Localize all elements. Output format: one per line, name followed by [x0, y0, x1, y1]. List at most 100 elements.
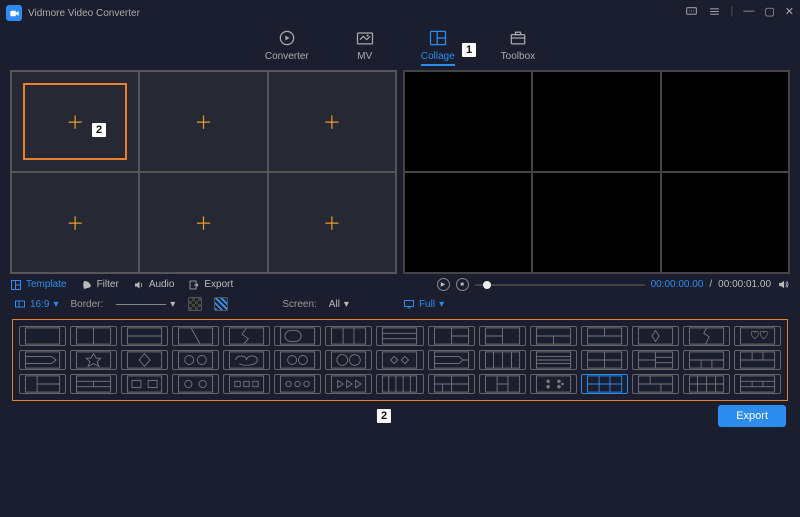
template-item[interactable] [223, 374, 270, 394]
tab-label: Collage [421, 51, 455, 62]
template-item[interactable] [325, 350, 372, 370]
template-item[interactable] [19, 374, 66, 394]
template-item[interactable] [376, 326, 423, 346]
filter-icon [81, 279, 93, 291]
color-swatch-grid[interactable] [188, 297, 202, 311]
template-item[interactable] [172, 374, 219, 394]
template-item[interactable] [683, 326, 730, 346]
template-item[interactable] [70, 350, 117, 370]
play-button[interactable]: ▶ [437, 278, 450, 291]
template-item[interactable] [734, 374, 781, 394]
subtab-audio[interactable]: Audio [133, 279, 175, 291]
collage-cell[interactable]: ＋ [139, 172, 267, 273]
screen-dropdown[interactable]: All ▾ [329, 299, 349, 310]
export-icon [188, 279, 200, 291]
ratio-icon [14, 298, 26, 310]
template-item[interactable] [734, 326, 781, 346]
aspect-ratio-dropdown[interactable]: 16:9 ▾ [14, 298, 59, 310]
template-item[interactable] [734, 350, 781, 370]
subtab-template[interactable]: Template [10, 279, 67, 291]
template-item[interactable] [428, 374, 475, 394]
template-item[interactable] [172, 350, 219, 370]
template-item[interactable] [632, 326, 679, 346]
subtab-label: Template [26, 279, 67, 290]
options-row: 16:9 ▾ Border: ▾ Screen: All ▾ Full ▾ [0, 291, 800, 317]
logo-icon [9, 8, 20, 19]
template-icon [10, 279, 22, 291]
template-item[interactable] [479, 374, 526, 394]
template-item[interactable] [121, 326, 168, 346]
menu-icon[interactable] [708, 5, 721, 21]
preview-cell [404, 172, 532, 273]
plus-icon: ＋ [194, 210, 212, 236]
border-label: Border: [71, 299, 104, 310]
template-item[interactable] [223, 350, 270, 370]
plus-icon: ＋ [323, 210, 341, 236]
volume-icon[interactable] [777, 278, 790, 291]
template-item[interactable] [683, 374, 730, 394]
template-item[interactable] [530, 374, 577, 394]
maximize-button[interactable]: ▢ [764, 5, 774, 21]
template-item[interactable] [121, 374, 168, 394]
subtab-export[interactable]: Export [188, 279, 233, 291]
playback-slider[interactable] [475, 284, 645, 286]
ratio-value: 16:9 [30, 299, 49, 310]
playback-controls: ▶ ■ 00:00:00.00/00:00:01.00 [437, 278, 790, 291]
tab-mv[interactable]: MV [355, 28, 375, 62]
template-item[interactable] [530, 326, 577, 346]
template-item[interactable] [70, 374, 117, 394]
template-item[interactable] [479, 350, 526, 370]
tab-converter[interactable]: Converter [265, 28, 309, 62]
template-item[interactable] [632, 374, 679, 394]
subtab-filter[interactable]: Filter [81, 279, 119, 291]
minimize-button[interactable]: — [743, 5, 754, 21]
template-item[interactable] [428, 350, 475, 370]
close-button[interactable]: ✕ [785, 5, 794, 21]
template-item[interactable] [274, 374, 321, 394]
workspace: ＋ ＋ ＋ ＋ ＋ ＋ [0, 62, 800, 274]
template-item[interactable] [172, 326, 219, 346]
template-item[interactable] [274, 350, 321, 370]
template-item[interactable] [274, 326, 321, 346]
time-current: 00:00:00.00 [651, 279, 704, 290]
template-item[interactable] [479, 326, 526, 346]
template-item[interactable] [581, 326, 628, 346]
template-item-active[interactable] [581, 374, 628, 394]
stop-button[interactable]: ■ [456, 278, 469, 291]
collage-cell[interactable]: ＋ [11, 172, 139, 273]
tab-collage[interactable]: Collage [421, 28, 455, 62]
main-tabs: Converter MV Collage Toolbox [0, 28, 800, 62]
template-item[interactable] [19, 326, 66, 346]
template-item[interactable] [581, 350, 628, 370]
template-item[interactable] [325, 374, 372, 394]
template-item[interactable] [632, 350, 679, 370]
preview-cell [661, 172, 789, 273]
template-item[interactable] [121, 350, 168, 370]
export-button[interactable]: Export [718, 405, 786, 427]
border-style-dropdown[interactable]: ▾ [115, 298, 176, 311]
message-icon[interactable] [685, 5, 698, 21]
collage-cell[interactable]: ＋ [268, 71, 396, 172]
template-item[interactable] [325, 326, 372, 346]
color-swatch-hatch[interactable] [214, 297, 228, 311]
template-item[interactable] [376, 374, 423, 394]
templates-grid [12, 319, 788, 401]
template-item[interactable] [70, 326, 117, 346]
template-item[interactable] [683, 350, 730, 370]
audio-icon [133, 279, 145, 291]
time-sep: / [709, 279, 712, 290]
marker-2: 2 [92, 123, 106, 137]
tab-toolbox[interactable]: Toolbox [501, 28, 535, 62]
template-item[interactable] [428, 326, 475, 346]
template-item[interactable] [376, 350, 423, 370]
collage-cell[interactable]: ＋ [139, 71, 267, 172]
preview-cell [532, 172, 660, 273]
collage-cell[interactable]: ＋ [268, 172, 396, 273]
template-item[interactable] [19, 350, 66, 370]
divider: | [731, 5, 734, 21]
collage-cell[interactable]: ＋ [11, 71, 139, 172]
subtab-label: Filter [97, 279, 119, 290]
view-dropdown[interactable]: Full ▾ [403, 298, 444, 310]
template-item[interactable] [530, 350, 577, 370]
template-item[interactable] [223, 326, 270, 346]
